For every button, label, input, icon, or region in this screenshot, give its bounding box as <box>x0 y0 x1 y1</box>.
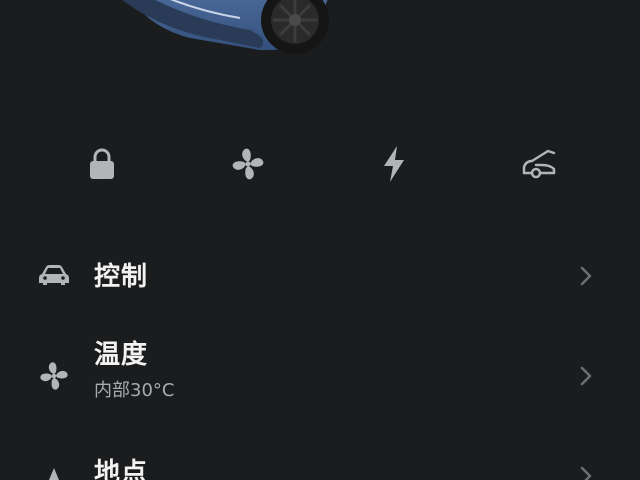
trunk-open-icon <box>522 149 556 179</box>
climate-quick-button[interactable] <box>220 136 276 192</box>
menu-item-controls[interactable]: 控制 <box>0 248 640 304</box>
chevron-right-icon <box>576 264 596 288</box>
location-arrow-icon <box>36 462 72 480</box>
menu-item-title: 地点 <box>94 458 149 480</box>
fan-icon <box>36 358 72 394</box>
lock-icon <box>90 148 114 179</box>
chevron-right-icon <box>576 364 596 388</box>
menu-item-title: 温度 <box>94 340 149 370</box>
fan-icon <box>232 148 264 180</box>
charge-button[interactable] <box>366 136 422 192</box>
vehicle-app-screen: 控制 温度 内部30°C 地点 <box>0 0 640 480</box>
menu-item-title: 控制 <box>94 262 149 292</box>
car-icon <box>36 256 72 292</box>
chevron-right-icon <box>576 464 596 480</box>
lock-button[interactable] <box>74 136 130 192</box>
menu-item-climate[interactable]: 温度 内部30°C <box>0 330 640 406</box>
quick-actions-bar <box>0 136 640 192</box>
interior-temperature-text: 内部30°C <box>94 380 175 401</box>
menu-item-location[interactable]: 地点 <box>0 448 640 480</box>
car-hero-image <box>122 0 329 54</box>
trunk-button[interactable] <box>512 136 568 192</box>
lightning-bolt-icon <box>384 146 404 182</box>
